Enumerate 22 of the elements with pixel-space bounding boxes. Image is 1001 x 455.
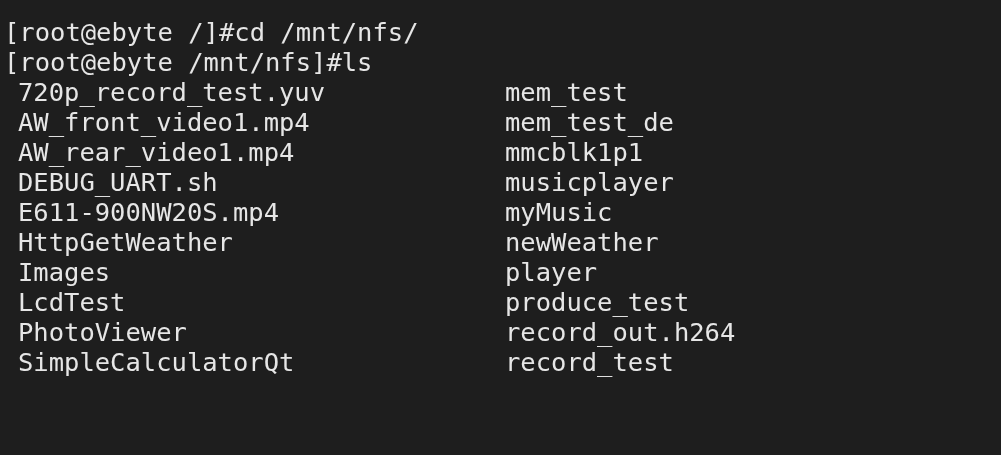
file-name: SimpleCalculatorQt bbox=[18, 347, 295, 377]
prompt-line: [root@ebyte /mnt/nfs]#ls bbox=[4, 47, 373, 77]
file-name: newWeather bbox=[505, 227, 659, 257]
file-name: record_out.h264 bbox=[505, 317, 736, 347]
file-name: E611-900NW20S.mp4 bbox=[18, 197, 279, 227]
file-name: player bbox=[505, 257, 598, 287]
file-name: musicplayer bbox=[505, 167, 674, 197]
file-name: 720p_record_test.yuv bbox=[18, 77, 326, 107]
file-name: AW_rear_video1.mp4 bbox=[18, 137, 295, 167]
file-name: Images bbox=[18, 257, 111, 287]
file-name: PhotoViewer bbox=[18, 317, 187, 347]
file-name: LcdTest bbox=[18, 287, 126, 317]
file-name: DEBUG_UART.sh bbox=[18, 167, 218, 197]
file-name: record_test bbox=[505, 347, 674, 377]
file-name: mem_test_de bbox=[505, 107, 674, 137]
file-name: AW_front_video1.mp4 bbox=[18, 107, 310, 137]
file-name: HttpGetWeather bbox=[18, 227, 233, 257]
file-name: mem_test bbox=[505, 77, 628, 107]
file-name: myMusic bbox=[505, 197, 613, 227]
file-name: mmcblk1p1 bbox=[505, 137, 644, 167]
prompt-line: [root@ebyte /]#cd /mnt/nfs/ bbox=[4, 17, 419, 47]
file-name: produce_test bbox=[505, 287, 690, 317]
